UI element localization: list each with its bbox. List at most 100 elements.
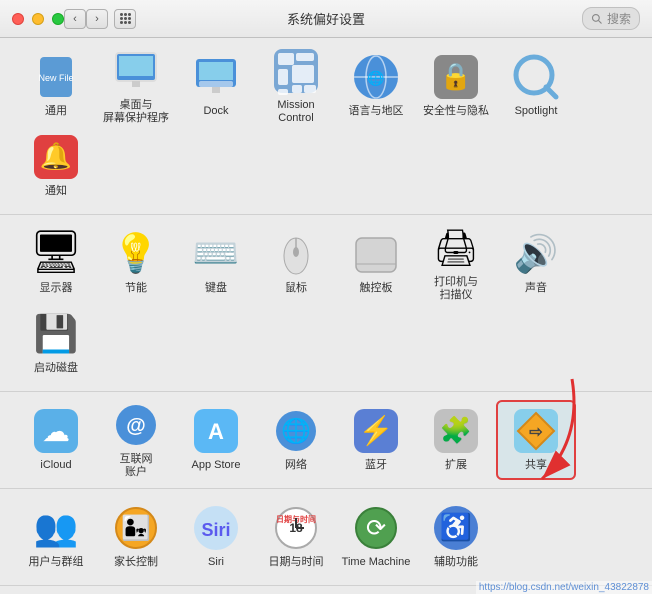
pref-item-network[interactable]: 🌐 网络 [256,400,336,480]
pref-item-sharing[interactable]: ⇨共享 [496,400,576,480]
language-label: 语言与地区 [349,105,404,118]
mission-icon [272,47,320,95]
svg-text:Siri: Siri [201,520,230,540]
pref-item-accessibility[interactable]: ♿ 辅助功能 [416,497,496,577]
pref-item-timemachine[interactable]: ⟳Time Machine [336,497,416,577]
svg-text:🔊: 🔊 [514,232,559,275]
internet-icon: @ [112,401,160,449]
forward-button[interactable]: › [86,9,108,29]
pref-item-dock[interactable]: Dock [176,46,256,126]
pref-item-bluetooth[interactable]: ⚡ 蓝牙 [336,400,416,480]
keyboard-icon: ⌨️ [192,230,240,278]
pref-item-parental[interactable]: 👨‍👧 家长控制 [96,497,176,577]
keyboard-label: 键盘 [205,282,227,295]
bluetooth-label: 蓝牙 [365,459,387,472]
extensions-icon: 🧩 [432,407,480,455]
notify-label: 通知 [45,185,67,198]
users-icon: 👥 [32,504,80,552]
pref-item-language[interactable]: 🌐 语言与地区 [336,46,416,126]
pref-item-users[interactable]: 👥 用户与群组 [16,497,96,577]
icloud-label: iCloud [40,459,71,472]
svg-text:🌐: 🌐 [281,417,311,445]
maximize-button[interactable] [52,13,64,25]
watermark: https://blog.csdn.net/weixin_43822878 [476,581,652,594]
pref-item-datetime[interactable]: 日期与时间18日期与时间 [256,497,336,577]
network-icon: 🌐 [272,407,320,455]
parental-label: 家长控制 [114,556,158,569]
pref-item-desktop[interactable]: 桌面与 屏幕保护程序 [96,46,176,126]
appstore-icon: A [192,407,240,455]
preferences-content: New File 通用 桌面与 屏幕保护程序 Dock Mission Control 🌐… [0,38,652,594]
back-button[interactable]: ‹ [64,9,86,29]
pref-item-extensions[interactable]: 🧩扩展 [416,400,496,480]
pref-item-notify[interactable]: 🔔 通知 [16,126,96,206]
pref-item-startup[interactable]: 💾启动磁盘 [16,303,96,383]
svg-text:⌨️: ⌨️ [192,233,239,275]
svg-text:New File: New File [38,73,73,83]
svg-text:♿: ♿ [440,512,472,542]
bluetooth-icon: ⚡ [352,407,400,455]
timemachine-icon: ⟳ [352,504,400,552]
pref-item-keyboard[interactable]: ⌨️ 键盘 [176,223,256,303]
pref-item-energy[interactable]: 💡 节能 [96,223,176,303]
accessibility-icon: ♿ [432,504,480,552]
search-icon [591,13,603,25]
pref-item-display[interactable]: 🖥显示器 [16,223,96,303]
siri-label: Siri [208,556,224,569]
pref-item-internet[interactable]: @ 互联网 账户 [96,400,176,480]
mission-label: Mission Control [277,99,314,125]
grid-view-button[interactable] [114,9,136,29]
accessibility-label: 辅助功能 [434,556,478,569]
security-label: 安全性与隐私 [423,105,489,118]
svg-text:A: A [208,419,224,444]
network-label: 网络 [285,459,307,472]
svg-text:@: @ [126,415,146,437]
notify-icon: 🔔 [32,133,80,181]
language-icon: 🌐 [352,53,400,101]
pref-item-icloud[interactable]: ☁ iCloud [16,400,96,480]
svg-text:👨‍👧: 👨‍👧 [121,514,151,542]
pref-item-mission[interactable]: Mission Control [256,46,336,126]
spotlight-icon [512,53,560,101]
energy-label: 节能 [125,282,147,295]
svg-text:🖨: 🖨 [433,227,479,268]
startup-icon: 💾 [32,310,80,358]
mouse-label: 鼠标 [285,282,307,295]
trackpad-label: 触控板 [360,282,393,295]
svg-text:🖥: 🖥 [32,230,80,275]
icon-grid-2: 🖥显示器 💡 节能 ⌨️ 键盘 鼠标 触控板 🖨打印机与 扫描仪🔊声音 💾启动磁盘 [16,223,636,383]
desktop-label: 桌面与 屏幕保护程序 [103,99,169,125]
icon-grid-1: New File 通用 桌面与 屏幕保护程序 Dock Mission Control 🌐… [16,46,636,206]
section-3: ☁ iCloud @ 互联网 账户 A App Store 🌐 网络 ⚡ 蓝牙 🧩扩展⇨共享 [0,392,652,489]
pref-item-sound[interactable]: 🔊声音 [496,223,576,303]
users-label: 用户与群组 [29,556,84,569]
search-placeholder: 搜索 [607,10,631,27]
sharing-icon: ⇨ [512,407,560,455]
svg-text:⇨: ⇨ [529,424,543,441]
search-box[interactable]: 搜索 [582,7,640,30]
pref-item-mouse[interactable]: 鼠标 [256,223,336,303]
pref-item-siri[interactable]: Siri Siri [176,497,256,577]
pref-item-printer[interactable]: 🖨打印机与 扫描仪 [416,223,496,303]
close-button[interactable] [12,13,24,25]
svg-text:🧩: 🧩 [440,415,472,445]
svg-text:💡: 💡 [112,231,159,275]
svg-text:⚡: ⚡ [359,414,394,447]
general-label: 通用 [45,105,67,118]
internet-label: 互联网 账户 [120,453,153,479]
appstore-label: App Store [192,459,241,472]
pref-item-spotlight[interactable]: Spotlight [496,46,576,126]
display-icon: 🖥 [32,230,80,278]
datetime-label: 日期与时间 [269,556,324,569]
minimize-button[interactable] [32,13,44,25]
titlebar: ‹ › 系统偏好设置 搜索 [0,0,652,38]
security-icon: 🔒 [432,53,480,101]
svg-text:☁: ☁ [42,416,70,447]
pref-item-general[interactable]: New File 通用 [16,46,96,126]
pref-item-appstore[interactable]: A App Store [176,400,256,480]
pref-item-trackpad[interactable]: 触控板 [336,223,416,303]
svg-text:💾: 💾 [34,313,79,354]
window-title: 系统偏好设置 [287,9,365,28]
energy-icon: 💡 [112,230,160,278]
pref-item-security[interactable]: 🔒 安全性与隐私 [416,46,496,126]
